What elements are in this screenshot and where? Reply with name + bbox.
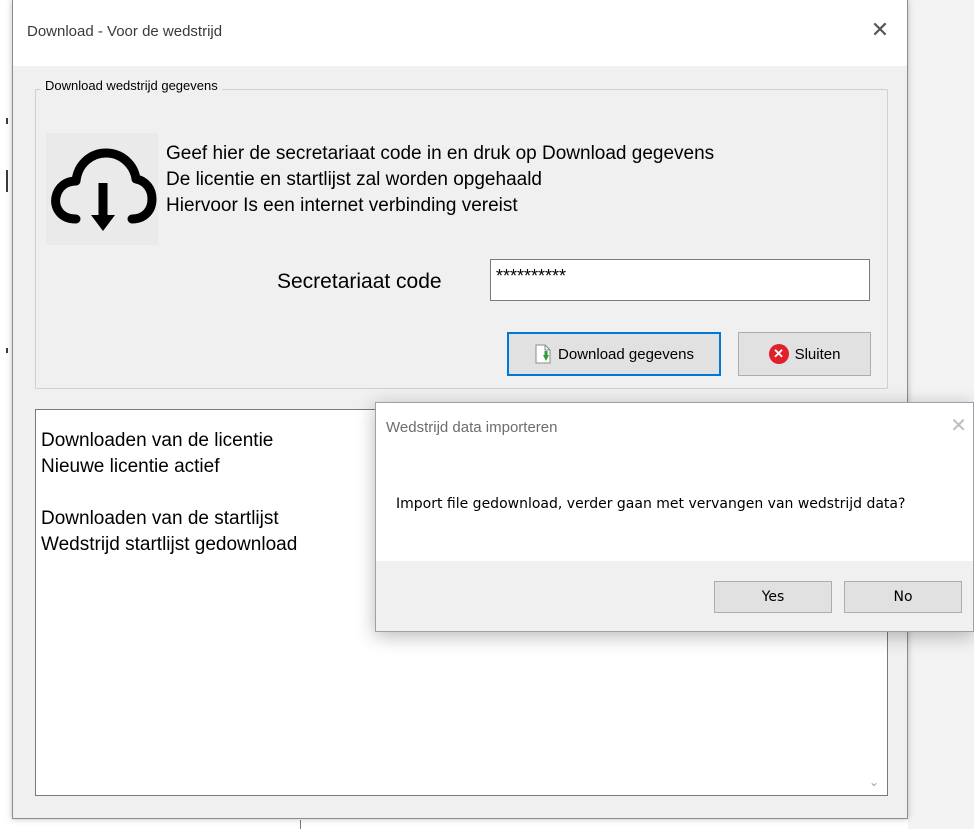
info-line: De licentie en startlijst zal worden opg… [166,169,542,190]
log-line: Nieuwe licentie actief [41,456,220,477]
window-title: Download - Voor de wedstrijd [27,23,223,40]
log-line: Wedstrijd startlijst gedownload [41,534,298,555]
background-mark [6,348,8,353]
background-mark [6,118,8,124]
window-close-button[interactable]: ✕ [867,18,893,44]
dialog-message: Import file gedownload, verder gaan met … [396,496,906,512]
window-titlebar: Download - Voor de wedstrijd ✕ [13,0,907,66]
info-line: Geef hier de secretariaat code in en dru… [166,143,715,164]
log-line: Downloaden van de startlijst [41,508,279,529]
secretariaat-code-input[interactable]: ********** [490,259,870,301]
yes-button[interactable]: Yes [714,581,832,613]
background-app-edge [0,0,12,829]
dialog-title: Wedstrijd data importeren [386,419,558,436]
sluiten-button[interactable]: ✕ Sluiten [738,332,871,376]
scroll-down-arrow-icon[interactable]: ⌄ [869,775,879,789]
groupbox-label: Download wedstrijd gegevens [41,78,222,93]
info-text: Geef hier de secretariaat code in en dru… [166,141,714,219]
dialog-close-button[interactable]: ✕ [950,413,967,437]
download-gegevens-button[interactable]: Download gegevens [507,332,721,376]
info-line: Hiervoor Is een internet verbinding vere… [166,195,518,216]
close-red-icon: ✕ [768,344,789,364]
log-text: Downloaden van de licentie Nieuwe licent… [41,428,297,558]
sluiten-label: Sluiten [794,345,841,363]
cloud-download-icon [46,133,158,245]
secretariaat-code-label: Secretariaat code [277,270,442,293]
download-gegevens-label: Download gegevens [558,345,694,363]
log-line: Downloaden van de licentie [41,430,274,451]
document-download-icon [534,344,552,364]
background-mark [6,170,8,192]
background-divider [300,820,301,829]
no-button[interactable]: No [844,581,962,613]
import-confirm-dialog: Wedstrijd data importeren ✕ Import file … [375,402,974,632]
